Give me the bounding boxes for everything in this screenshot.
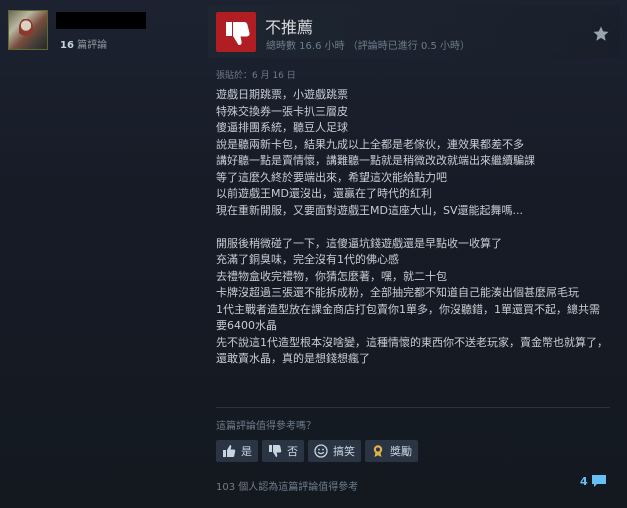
vote-funny-button[interactable]: 搞笑 <box>308 440 361 462</box>
playtime-hours: 總時數 16.6 小時 （評論時已進行 0.5 小時） <box>266 41 471 52</box>
vote-funny-label: 搞笑 <box>333 445 355 458</box>
star-icon <box>593 26 609 41</box>
smile-icon <box>314 444 328 458</box>
review-count-label: 篇評論 <box>77 40 108 51</box>
thumbs-down-icon <box>226 22 250 45</box>
helpful-count: 103 個人認為這篇評論值得參考 <box>216 482 359 493</box>
vote-yes-label: 是 <box>241 445 252 458</box>
divider <box>216 407 610 408</box>
award-icon <box>373 445 383 457</box>
avatar[interactable] <box>8 10 48 50</box>
author-name-redacted[interactable] <box>56 12 146 29</box>
posted-date: 張貼於：6 月 16 日 <box>216 71 296 81</box>
review-count-number: 16 <box>60 40 74 51</box>
comments-link[interactable]: 4 <box>580 474 607 488</box>
award-button[interactable]: 獎勵 <box>365 440 418 462</box>
vote-buttons: 是 否 搞笑 獎勵 <box>216 440 418 462</box>
vote-no-label: 否 <box>287 445 298 458</box>
review-card: 16 篇評論 不推薦 總時數 16.6 小時 （評論時已進行 0.5 小時） 張… <box>0 0 627 508</box>
comment-count: 4 <box>580 474 588 488</box>
review-count[interactable]: 16 篇評論 <box>60 36 107 51</box>
helpful-question: 這篇評論值得參考嗎？ <box>216 421 316 432</box>
vote-yes-button[interactable]: 是 <box>216 440 258 462</box>
vote-no-button[interactable]: 否 <box>262 440 304 462</box>
thumbs-down-badge <box>216 12 256 52</box>
review-body: 遊戲日期跳票，小遊戲跳票 特殊交換券一張卡扒三層皮 傻逼排團系統，聽豆人足球 說… <box>216 88 608 365</box>
comment-icon <box>591 475 606 487</box>
favorite-button[interactable] <box>592 25 610 43</box>
verdict-title: 不推薦 <box>265 18 314 37</box>
author-block: 16 篇評論 <box>8 10 198 51</box>
award-label: 獎勵 <box>390 445 412 458</box>
thumbs-up-icon <box>223 445 236 457</box>
thumbs-down-icon <box>269 445 282 457</box>
